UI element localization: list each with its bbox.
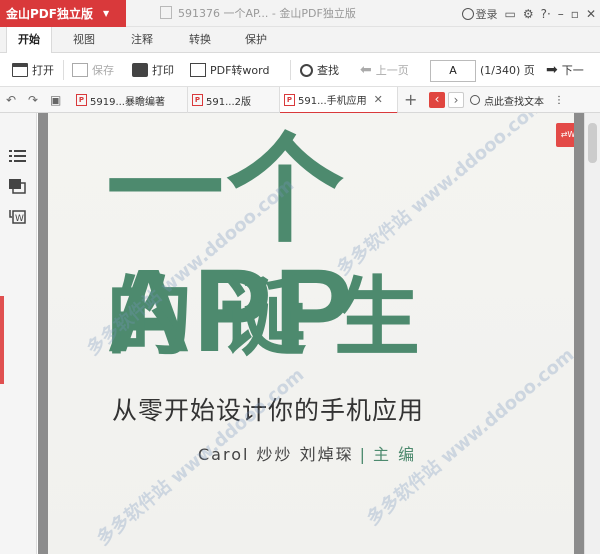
find-button[interactable]: 查找	[300, 53, 339, 87]
convert-icon[interactable]: W	[9, 209, 26, 224]
printer-icon	[132, 63, 148, 77]
window-controls: 登录 ▭ ⚙ ?· – ▫ ✕	[461, 0, 596, 27]
close-tab-icon[interactable]: ✕	[374, 93, 383, 106]
tab-convert[interactable]: 转换	[178, 27, 222, 53]
open-button[interactable]: 打开	[12, 53, 54, 87]
gear-icon[interactable]: ⚙	[523, 7, 534, 21]
tab-scroll-right-button[interactable]: ›	[448, 92, 464, 108]
pdf-word-icon	[190, 63, 206, 77]
thumbnails-icon[interactable]	[9, 179, 26, 194]
outline-icon[interactable]	[9, 149, 26, 164]
menu-bar: 开始 视图 注释 转换 保护	[0, 27, 600, 54]
undo-icon[interactable]: ↶	[6, 87, 16, 113]
scroll-thumb[interactable]	[588, 123, 597, 163]
window-title: 591376 一个AP... - 金山PDF独立版	[160, 0, 356, 27]
tab-annotate[interactable]: 注释	[120, 27, 164, 53]
next-page-button[interactable]: ➡ 下一	[546, 53, 584, 87]
arrow-right-icon: ➡	[546, 62, 558, 78]
doc-tab-1[interactable]: P 5919...暴瞻编著	[72, 87, 188, 113]
app-menu-button[interactable]: 金山PDF独立版 ▼	[0, 0, 126, 27]
brand-label: 金山PDF独立版	[6, 7, 93, 21]
page-number-input[interactable]: A	[430, 60, 476, 82]
more-icon[interactable]: ⋮	[554, 95, 564, 106]
feedback-icon[interactable]: ▭	[505, 7, 516, 21]
toolbar: 打开 保存 打印 PDF转word 查找 ⬅ 上一页 (1/340) 页 ➡ 下一	[0, 53, 600, 87]
minimize-icon[interactable]: –	[558, 7, 564, 21]
find-text-box[interactable]: 点此查找文本 ⋮	[470, 87, 564, 113]
document-icon	[160, 6, 172, 19]
doc-tab-3[interactable]: P 591...手机应用 ✕	[280, 87, 398, 114]
pdf-to-word-button[interactable]: PDF转word	[190, 53, 269, 87]
svg-text:W: W	[15, 214, 24, 224]
document-tab-bar: ↶ ↷ ▣ P 5919...暴瞻编著 P 591...2版 P 591...手机应用…	[0, 87, 600, 114]
user-icon	[461, 7, 474, 20]
pdf-file-icon: P	[284, 93, 295, 106]
tab-view[interactable]: 视图	[62, 27, 106, 53]
quick-save-icon[interactable]: ▣	[50, 87, 61, 113]
tab-home[interactable]: 开始	[6, 27, 52, 54]
tab-scroll-left-button[interactable]: ‹	[429, 92, 445, 108]
page-count: (1/340) 页	[480, 64, 535, 77]
convert-to-word-button[interactable]: ⇄W	[556, 123, 574, 147]
search-icon	[300, 63, 313, 77]
pdf-page: 一个APP 的诞生 从零开始设计你的手机应用 Carol 炒炒 刘焯琛 | 主 编 …	[48, 113, 574, 554]
restore-icon[interactable]: ▫	[571, 7, 579, 21]
title-bar: 金山PDF独立版 ▼ 591376 一个AP... - 金山PDF独立版 登录 …	[0, 0, 600, 27]
chevron-down-icon: ▼	[102, 9, 110, 18]
pdf-file-icon: P	[76, 94, 87, 106]
close-icon[interactable]: ✕	[586, 7, 596, 21]
save-button[interactable]: 保存	[72, 53, 114, 87]
prev-page-button[interactable]: ⬅ 上一页	[360, 53, 409, 87]
new-tab-icon[interactable]: +	[404, 87, 417, 113]
left-sidebar: W	[0, 113, 37, 554]
tab-protect[interactable]: 保护	[234, 27, 278, 53]
doc-tab-2[interactable]: P 591...2版	[188, 87, 280, 113]
print-button[interactable]: 打印	[132, 53, 174, 87]
search-icon	[470, 95, 480, 105]
login-button[interactable]: 登录	[461, 6, 498, 22]
sidebar-collapse-handle[interactable]	[0, 296, 4, 384]
pdf-file-icon: P	[192, 94, 203, 106]
help-icon[interactable]: ?·	[541, 7, 551, 21]
save-icon	[72, 63, 88, 77]
arrow-left-icon: ⬅	[360, 62, 372, 78]
document-view[interactable]: 一个APP 的诞生 从零开始设计你的手机应用 Carol 炒炒 刘焯琛 | 主 编 …	[38, 113, 600, 554]
vertical-scrollbar[interactable]	[584, 113, 600, 554]
folder-icon	[12, 63, 28, 77]
redo-icon[interactable]: ↷	[28, 87, 38, 113]
